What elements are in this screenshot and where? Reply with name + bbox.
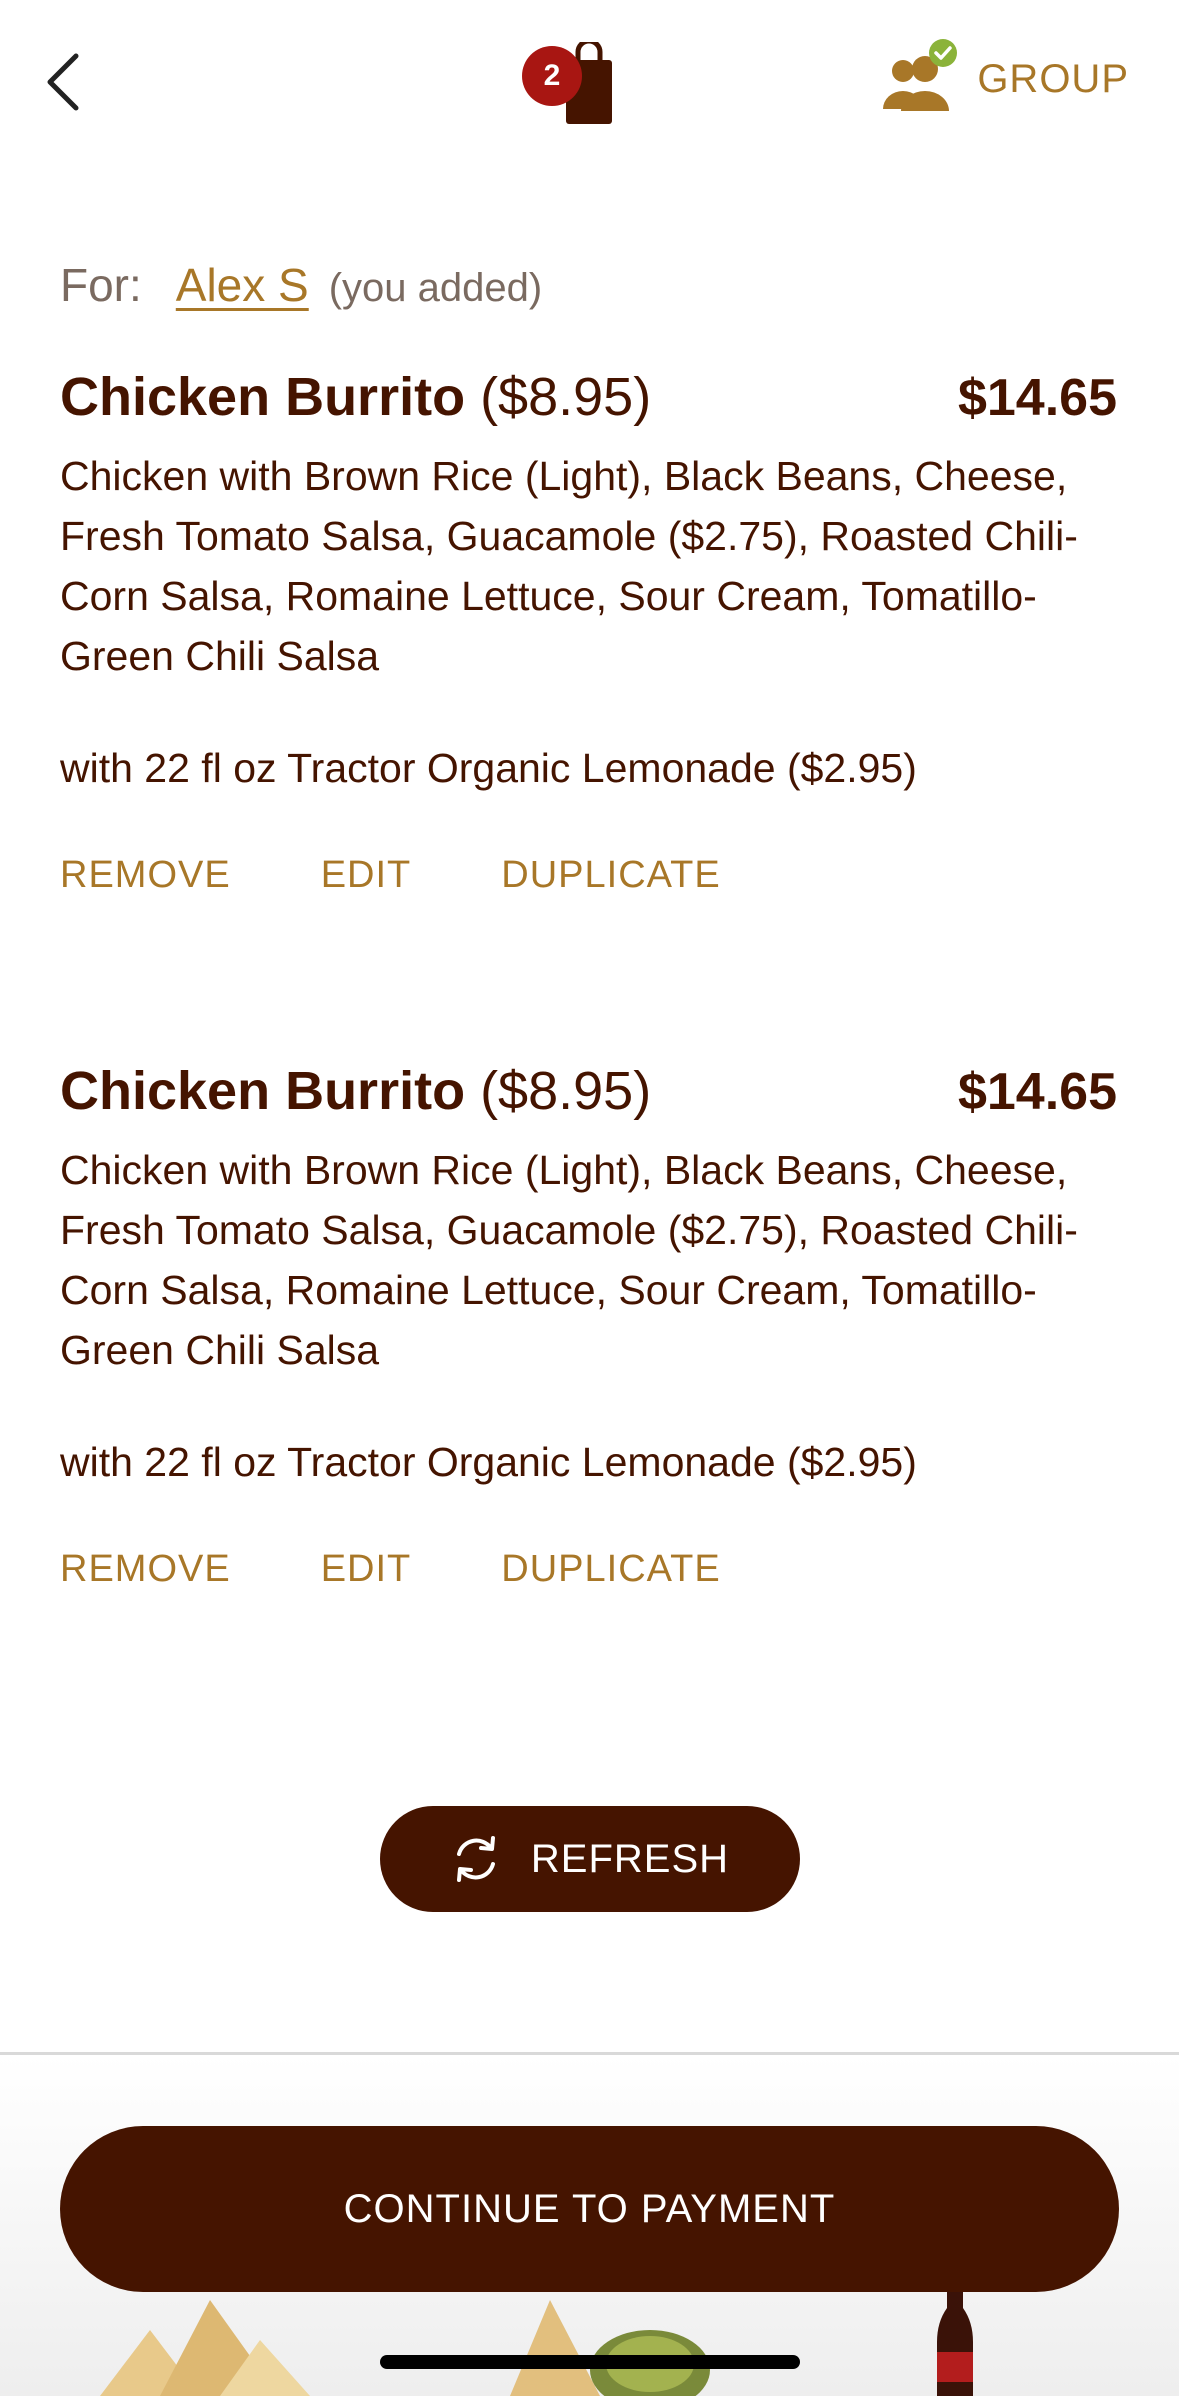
order-for-name-link[interactable]: Alex S	[176, 258, 309, 312]
item-description: Chicken with Brown Rice (Light), Black B…	[60, 453, 1078, 679]
group-order-button[interactable]: GROUP	[869, 39, 1129, 114]
continue-to-payment-button[interactable]: CONTINUE TO PAYMENT	[60, 2126, 1119, 2292]
item-base-price: ($8.95)	[480, 1061, 652, 1121]
item-base-price: ($8.95)	[480, 367, 652, 427]
item-drink: with 22 fl oz Tractor Organic Lemonade (…	[60, 745, 917, 791]
duplicate-button[interactable]: DUPLICATE	[501, 1548, 720, 1591]
continue-label: CONTINUE TO PAYMENT	[343, 2186, 836, 2231]
item-name: Chicken Burrito	[60, 367, 466, 427]
chips-and-guac-image	[510, 2300, 710, 2396]
refresh-button[interactable]: REFRESH	[380, 1806, 800, 1912]
remove-button[interactable]: REMOVE	[60, 854, 231, 897]
back-chevron-icon	[47, 53, 79, 111]
item-title: Chicken Burrito ($8.95)	[60, 1060, 651, 1122]
you-added-note: (you added)	[328, 266, 543, 310]
item-name: Chicken Burrito	[60, 1061, 466, 1121]
duplicate-button[interactable]: DUPLICATE	[501, 854, 720, 897]
cart-item: Chicken Burrito ($8.95) $14.65 Chicken w…	[60, 366, 1117, 897]
cart-item: Chicken Burrito ($8.95) $14.65 Chicken w…	[60, 1060, 1117, 1591]
edit-button[interactable]: EDIT	[321, 1548, 412, 1591]
order-for-line: For: Alex S (you added)	[60, 258, 542, 312]
item-total-price: $14.65	[957, 1063, 1117, 1121]
item-title: Chicken Burrito ($8.95)	[60, 366, 651, 428]
refresh-icon	[456, 1836, 495, 1882]
bag-button[interactable]: 2	[522, 42, 614, 126]
remove-button[interactable]: REMOVE	[60, 1548, 231, 1591]
item-total-price: $14.65	[957, 369, 1117, 427]
edit-button[interactable]: EDIT	[321, 854, 412, 897]
group-label: GROUP	[977, 56, 1129, 101]
soda-bottle-image	[937, 2290, 973, 2396]
for-label: For:	[60, 259, 142, 311]
bag-count-badge: 2	[522, 46, 582, 106]
back-button[interactable]	[40, 50, 90, 114]
chips-image	[100, 2300, 310, 2396]
group-icon	[883, 39, 958, 111]
home-indicator	[380, 2355, 800, 2369]
item-drink: with 22 fl oz Tractor Organic Lemonade (…	[60, 1439, 917, 1485]
item-description: Chicken with Brown Rice (Light), Black B…	[60, 1147, 1078, 1373]
refresh-label: REFRESH	[530, 1836, 730, 1881]
